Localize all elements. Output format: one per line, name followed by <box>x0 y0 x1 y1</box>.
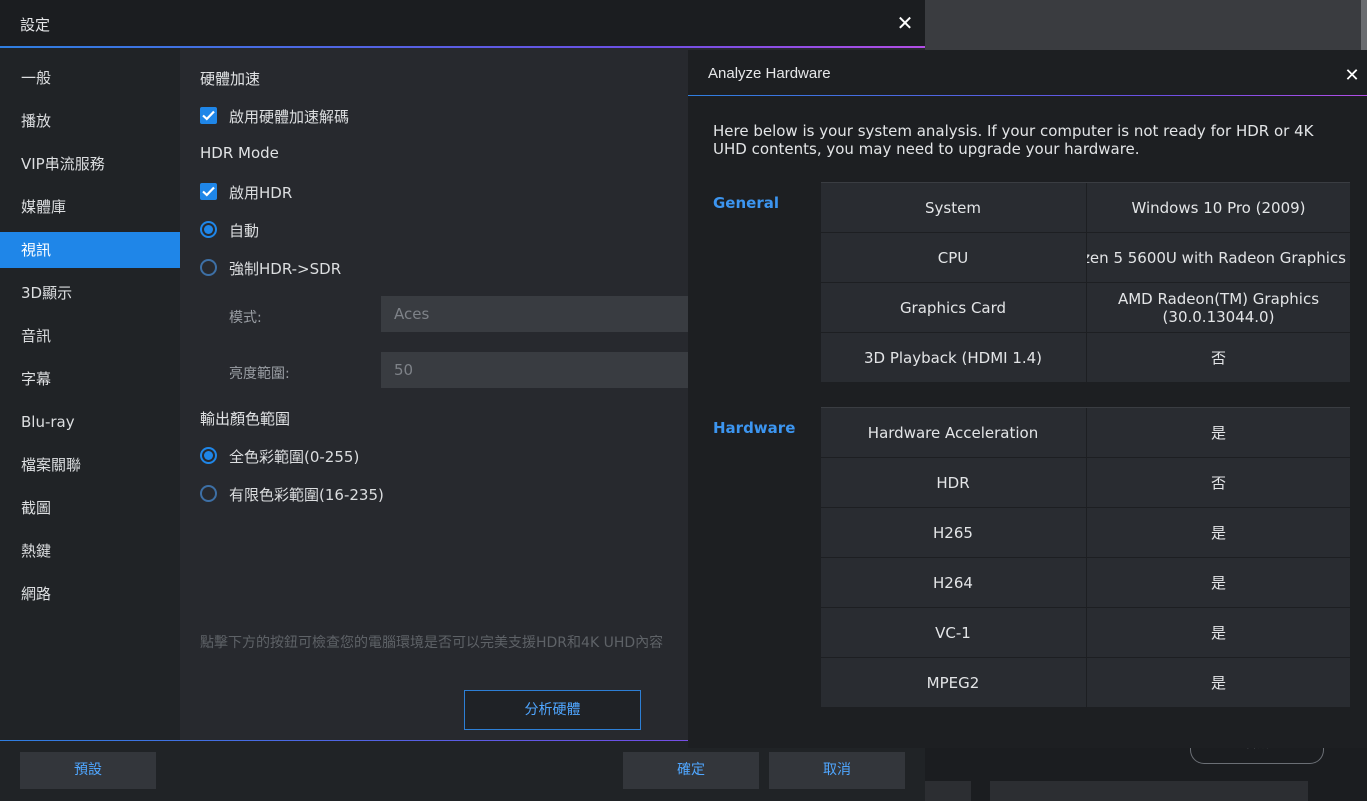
ok-button[interactable]: 確定 <box>623 752 759 789</box>
analyze-title: Analyze Hardware <box>708 65 831 82</box>
table-row: MPEG2 是 <box>821 658 1350 708</box>
row-key: H264 <box>933 573 973 592</box>
radio-full-range[interactable] <box>200 447 217 464</box>
row-value: 是 <box>1086 558 1350 607</box>
close-icon[interactable]: ✕ <box>1342 66 1362 86</box>
radio-auto[interactable] <box>200 221 217 238</box>
check-icon <box>202 110 215 121</box>
cancel-button[interactable]: 取消 <box>769 752 905 789</box>
sidebar-item-network[interactable]: 網路 <box>0 576 180 612</box>
analyze-hardware-dialog: Analyze Hardware ✕ Here below is your sy… <box>688 50 1367 748</box>
radio-force-hdr-sdr[interactable] <box>200 259 217 276</box>
sidebar-item-vip-streaming[interactable]: VIP串流服務 <box>0 146 180 182</box>
sidebar-item-media-library[interactable]: 媒體庫 <box>0 189 180 225</box>
settings-titlebar: 設定 ✕ <box>0 0 925 48</box>
check-icon <box>202 186 215 197</box>
sidebar-item-audio[interactable]: 音訊 <box>0 318 180 354</box>
table-row: System Windows 10 Pro (2009) <box>821 183 1350 233</box>
row-value: 是 <box>1086 408 1350 457</box>
table-row: H264 是 <box>821 558 1350 608</box>
hw-accel-checkbox-label: 啟用硬體加速解碼 <box>229 108 350 126</box>
row-key: VC-1 <box>935 623 971 642</box>
row-key: 3D Playback (HDMI 1.4) <box>863 348 1043 367</box>
analyze-hardware-button[interactable]: 分析硬體 <box>464 690 641 730</box>
settings-title: 設定 <box>20 16 51 34</box>
analyze-title-divider <box>688 95 1367 96</box>
default-button[interactable]: 預設 <box>20 752 156 789</box>
sidebar-item-file-association[interactable]: 檔案關聯 <box>0 447 180 483</box>
hw-accel-checkbox[interactable] <box>200 107 217 124</box>
row-key: HDR <box>936 473 970 492</box>
sidebar-item-subtitles[interactable]: 字幕 <box>0 361 180 397</box>
row-key: System <box>925 198 981 217</box>
radio-auto-label: 自動 <box>229 222 260 240</box>
brightness-input[interactable]: 50 <box>381 352 688 388</box>
mode-select[interactable]: Aces <box>381 296 688 332</box>
section-title-hdr-mode: HDR Mode <box>200 144 279 162</box>
radio-limited-range[interactable] <box>200 485 217 502</box>
radio-force-hdr-sdr-label: 強制HDR->SDR <box>229 260 342 278</box>
section-title-hw-accel: 硬體加速 <box>200 70 261 88</box>
background-block <box>990 781 1308 801</box>
settings-footer: 預設 確定 取消 <box>0 741 925 801</box>
row-key: H265 <box>933 523 973 542</box>
table-row: VC-1 是 <box>821 608 1350 658</box>
row-key: Graphics Card <box>899 298 1007 317</box>
background-scrollbar[interactable] <box>1361 0 1367 50</box>
table-row: Hardware Acceleration 是 <box>821 408 1350 458</box>
table-row: Graphics Card AMD Radeon(TM) Graphics (3… <box>821 283 1350 333</box>
row-value: 是 <box>1086 608 1350 657</box>
row-value: Windows 10 Pro (2009) <box>1086 183 1350 232</box>
sidebar-item-3d-display[interactable]: 3D顯示 <box>0 275 180 311</box>
row-value: 是 <box>1086 508 1350 557</box>
close-icon[interactable]: ✕ <box>894 12 916 34</box>
analyze-titlebar: Analyze Hardware ✕ <box>688 50 1367 96</box>
hdr-checkbox[interactable] <box>200 183 217 200</box>
general-group-label: General <box>713 194 779 212</box>
hdr-checkbox-label: 啟用HDR <box>229 184 293 202</box>
brightness-label: 亮度範圍: <box>229 366 290 382</box>
sidebar-item-playback[interactable]: 播放 <box>0 103 180 139</box>
background-block <box>925 781 971 801</box>
radio-full-range-label: 全色彩範圍(0-255) <box>229 448 360 466</box>
sidebar-item-general[interactable]: 一般 <box>0 60 180 96</box>
table-row: CPU AMD Ryzen 5 5600U with Radeon Graphi… <box>821 233 1350 283</box>
row-key: Hardware Acceleration <box>867 423 1039 442</box>
hdr-check-hint: 點擊下方的按鈕可檢查您的電腦環境是否可以完美支援HDR和4K UHD內容 <box>200 635 664 651</box>
settings-sidebar: 一般 播放 VIP串流服務 媒體庫 視訊 3D顯示 音訊 字幕 Blu-ray … <box>0 48 180 740</box>
sidebar-item-hotkeys[interactable]: 熱鍵 <box>0 533 180 569</box>
row-value: 否 <box>1086 458 1350 507</box>
row-value: AMD Radeon(TM) Graphics (30.0.13044.0) <box>1086 283 1350 332</box>
general-table: System Windows 10 Pro (2009) CPU AMD Ryz… <box>821 182 1350 383</box>
table-row: H265 是 <box>821 508 1350 558</box>
sidebar-item-video[interactable]: 視訊 <box>0 232 180 268</box>
hardware-table: Hardware Acceleration 是 HDR 否 H265 是 H26… <box>821 407 1350 708</box>
mode-label: 模式: <box>229 310 262 326</box>
row-value: 否 <box>1086 333 1350 382</box>
section-title-color-range: 輸出顏色範圍 <box>200 410 291 428</box>
row-value: AMD Ryzen 5 5600U with Radeon Graphics <box>1086 233 1350 282</box>
table-row: 3D Playback (HDMI 1.4) 否 <box>821 333 1350 383</box>
row-value: 是 <box>1086 658 1350 707</box>
row-key: MPEG2 <box>926 673 980 692</box>
sidebar-item-screenshot[interactable]: 截圖 <box>0 490 180 526</box>
table-row: HDR 否 <box>821 458 1350 508</box>
radio-limited-range-label: 有限色彩範圍(16-235) <box>229 486 384 504</box>
sidebar-item-bluray[interactable]: Blu-ray <box>0 404 180 440</box>
background-window-top <box>925 0 1367 50</box>
hardware-group-label: Hardware <box>713 419 796 437</box>
row-key: CPU <box>937 248 969 267</box>
analyze-description: Here below is your system analysis. If y… <box>713 122 1314 158</box>
